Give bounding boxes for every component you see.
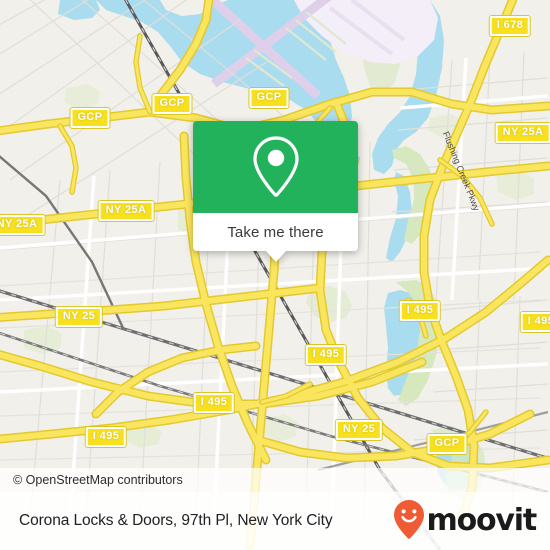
- road-shield: GCP: [249, 88, 289, 108]
- map-screenshot: GCP GCP GCP I 678 NY 25A NY 25A NY 25A NY 25 I 4…: [0, 0, 550, 550]
- bottom-bar: Corona Locks & Doors, 97th Pl, New York …: [0, 492, 550, 550]
- place-title: Corona Locks & Doors, 97th Pl, New York …: [19, 512, 333, 529]
- road-shield: GCP: [70, 108, 110, 128]
- popup-icon-area: [193, 121, 358, 213]
- take-me-there-button[interactable]: Take me there: [193, 213, 358, 251]
- road-shield: NY 25: [55, 307, 103, 327]
- road-shield: GCP: [427, 434, 467, 454]
- popup-tail: [264, 250, 287, 262]
- road-shield: I 495: [193, 393, 235, 413]
- road-shield: GCP: [152, 94, 192, 114]
- popup-action-label: Take me there: [227, 223, 324, 241]
- location-popup[interactable]: Take me there: [193, 121, 358, 262]
- road-shield: I 495: [85, 427, 127, 447]
- road-shield: I 495: [520, 312, 550, 332]
- road-shield: NY 25A: [0, 215, 45, 235]
- road-shield: I 495: [305, 345, 347, 365]
- moovit-pin-icon: [393, 499, 425, 544]
- road-shield: NY 25A: [98, 201, 154, 221]
- moovit-logo[interactable]: moovit: [393, 499, 538, 544]
- road-shield: NY 25A: [495, 123, 550, 143]
- moovit-wordmark: moovit: [426, 503, 538, 538]
- road-shield: I 678: [489, 16, 531, 36]
- road-shield: I 495: [399, 301, 441, 321]
- osm-attribution[interactable]: © OpenStreetMap contributors: [0, 468, 550, 492]
- osm-attribution-text: © OpenStreetMap contributors: [13, 473, 183, 487]
- road-shield: NY 25: [335, 420, 383, 440]
- map-pin-icon: [250, 135, 302, 199]
